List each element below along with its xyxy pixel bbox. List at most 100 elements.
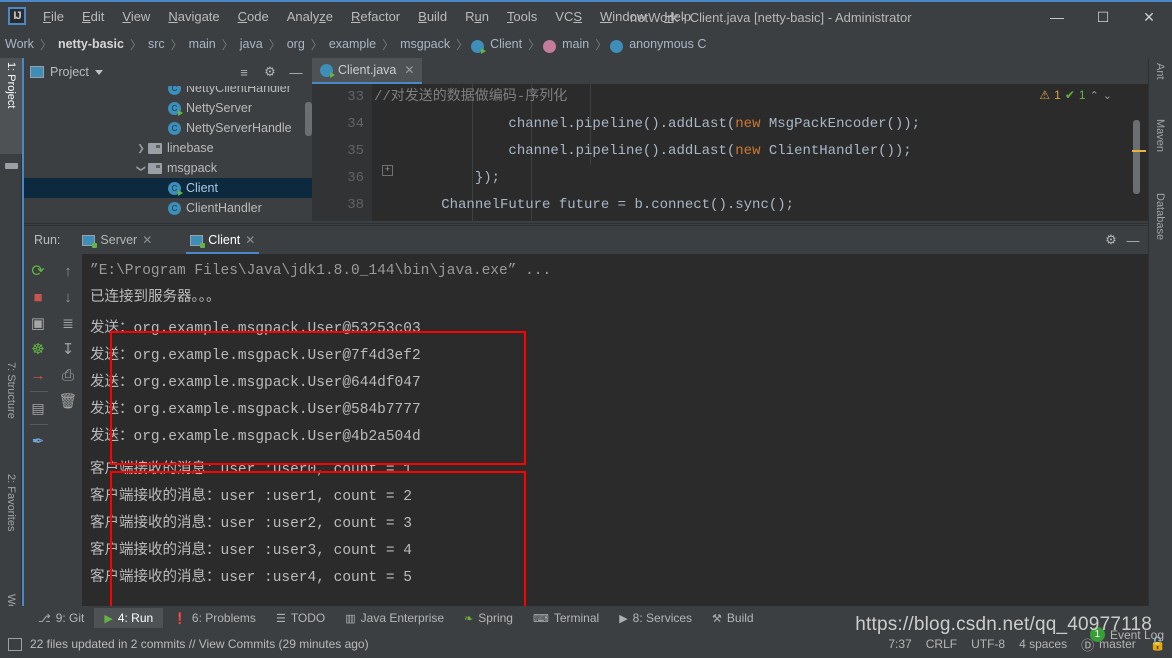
editor-gutter[interactable]: 33 34 35 36 38 (312, 84, 372, 221)
previous-problem-icon[interactable]: ⌃ (1090, 89, 1099, 102)
pin-button[interactable]: ✒ (24, 428, 52, 454)
gear-icon[interactable]: ⚙ (1100, 229, 1122, 251)
breadcrumb-org[interactable]: org 〉 (284, 36, 326, 53)
breadcrumb-netty-basic[interactable]: netty-basic 〉 (55, 36, 145, 53)
tree-item-client[interactable]: C Client (24, 178, 312, 198)
menu-build[interactable]: Build (409, 6, 456, 27)
line-number: 34 (347, 116, 364, 132)
tool-button-spring[interactable]: ❧ Spring (454, 608, 523, 628)
tree-item-msgpack[interactable]: ❯ msgpack (24, 158, 312, 178)
scroll-down-button[interactable]: ↓ (54, 284, 82, 310)
tree-item-clienthandler[interactable]: C ClientHandler (24, 198, 312, 218)
tool-button-problems[interactable]: ❗ 6: Problems (163, 608, 266, 628)
breadcrumb-work[interactable]: Work 〉 (2, 36, 55, 53)
minimize-button[interactable]: — (1034, 2, 1080, 32)
tree-item-linebase[interactable]: ❯ linebase (24, 138, 312, 158)
menu-run[interactable]: Run (456, 6, 498, 27)
collapse-all-icon[interactable]: ≡ (234, 62, 254, 82)
run-tab-client[interactable]: Client ✕ (182, 226, 263, 254)
run-config-icon (82, 234, 98, 248)
tool-button-git[interactable]: ⎇ 9: Git (28, 608, 94, 628)
gear-icon[interactable]: ⚙ (260, 62, 280, 82)
caret-position[interactable]: 7:37 (888, 637, 911, 651)
menu-view[interactable]: View (113, 6, 159, 27)
console-line-send: 发送：org.example.msgpack.User@644df047 (90, 375, 421, 391)
tool-button-structure[interactable]: 7: Structure (0, 358, 22, 468)
menu-navigate[interactable]: Navigate (159, 6, 228, 27)
scroll-to-end-button[interactable]: ↧ (54, 336, 82, 362)
tool-button-services[interactable]: ▶ 8: Services (609, 608, 702, 628)
breadcrumb-anonymous[interactable]: anonymous C (610, 37, 709, 53)
tool-button-label: 9: Git (55, 611, 85, 625)
menu-analyze[interactable]: Analyze (278, 6, 342, 27)
run-left-toolbar: ⟳ ■ ▣ ☸ → ▤ ✒ (24, 254, 54, 619)
breadcrumb-client[interactable]: Client 〉 (471, 36, 543, 54)
editor-scrollbar[interactable] (1133, 120, 1140, 194)
export-button[interactable]: → (24, 362, 52, 388)
file-encoding[interactable]: UTF-8 (971, 637, 1005, 651)
chevron-down-icon[interactable] (94, 69, 103, 75)
tree-item-nettyserverhandle[interactable]: C NettyServerHandle (24, 118, 312, 138)
project-tree-scrollbar[interactable] (305, 102, 312, 136)
stop-button[interactable]: ■ (24, 284, 52, 310)
debug-attach-button[interactable]: ☸ (24, 336, 52, 362)
soft-wrap-button[interactable]: ≣ (54, 310, 82, 336)
tool-button-todo[interactable]: ☰ TODO (266, 608, 335, 628)
editor-marker[interactable] (1132, 150, 1146, 152)
tool-button-project[interactable]: 1: Project (0, 58, 22, 154)
tree-item-nettyserver[interactable]: C NettyServer (24, 98, 312, 118)
tool-button-ant[interactable]: Ant (1148, 58, 1172, 112)
hide-panel-icon[interactable]: — (286, 62, 306, 82)
tool-button-build[interactable]: ⚒ Build (702, 608, 764, 628)
inspection-widget[interactable]: ⚠ 1 ✔ 1 ⌃ ⌄ (1039, 88, 1112, 102)
tool-button-run[interactable]: ▶ 4: Run (94, 608, 164, 628)
breadcrumb-main-method[interactable]: main 〉 (543, 36, 610, 53)
tool-button-favorites[interactable]: 2: Favorites (0, 470, 22, 588)
tree-item-nettyclienthandler[interactable]: C NettyClientHandler (24, 86, 312, 98)
indent-setting[interactable]: 4 spaces (1019, 637, 1067, 651)
scroll-up-button[interactable]: ↑ (54, 258, 82, 284)
menu-vcs[interactable]: VCS (546, 6, 591, 27)
breadcrumb-example[interactable]: example 〉 (326, 36, 397, 53)
editor-area: Client.java ✕ 33 34 35 36 38 + //对发送的数据做… (312, 58, 1148, 221)
hide-panel-icon[interactable]: — (1122, 229, 1144, 251)
project-tree[interactable]: C NettyClientHandler C NettyServer C Net… (24, 86, 312, 221)
tool-button-terminal[interactable]: ⌨ Terminal (523, 608, 609, 628)
breadcrumb-src[interactable]: src 〉 (145, 36, 186, 53)
next-problem-icon[interactable]: ⌄ (1103, 89, 1112, 102)
status-message[interactable]: 22 files updated in 2 commits // View Co… (30, 637, 369, 651)
menu-code[interactable]: Code (229, 6, 278, 27)
menu-refactor[interactable]: Refactor (342, 6, 409, 27)
close-button[interactable]: ✕ (1126, 2, 1172, 32)
close-icon[interactable]: ✕ (404, 63, 414, 77)
breadcrumb-sep-icon: 〉 (382, 37, 395, 52)
editor-tab-client-java[interactable]: Client.java ✕ (312, 58, 423, 84)
breadcrumb-main[interactable]: main 〉 (186, 36, 237, 53)
tree-item-partial[interactable]: C (24, 218, 312, 221)
maximize-button[interactable]: ☐ (1080, 2, 1126, 32)
layout-button[interactable]: ▤ (24, 395, 52, 421)
print-button[interactable]: ⎙ (54, 362, 82, 388)
code-editor[interactable]: 33 34 35 36 38 + //对发送的数据做编码-序列化 channel… (312, 84, 1148, 221)
menu-file[interactable]: File (34, 6, 73, 27)
tool-button-java-enterprise[interactable]: ▥ Java Enterprise (335, 608, 454, 628)
screenshot-button[interactable]: ▣ (24, 310, 52, 336)
menu-tools[interactable]: Tools (498, 6, 546, 27)
rerun-button[interactable]: ⟳ (24, 258, 52, 284)
chevron-down-icon[interactable]: ❯ (136, 161, 147, 175)
run-tab-server[interactable]: Server ✕ (74, 226, 160, 254)
close-icon[interactable]: ✕ (142, 233, 152, 247)
breadcrumb-java[interactable]: java 〉 (237, 36, 284, 53)
code-text[interactable]: //对发送的数据做编码-序列化 channel.pipeline().addLa… (374, 84, 1148, 219)
line-separator[interactable]: CRLF (926, 637, 957, 651)
chevron-right-icon[interactable]: ❯ (134, 143, 148, 154)
console-output[interactable]: ”E:\Program Files\Java\jdk1.8.0_144\bin\… (82, 254, 1148, 619)
horizontal-splitter[interactable] (24, 223, 1148, 224)
menu-edit[interactable]: Edit (73, 6, 113, 27)
clear-all-button[interactable]: 🗑 (54, 388, 82, 414)
breadcrumb-msgpack[interactable]: msgpack 〉 (397, 36, 471, 53)
tool-button-label: Build (726, 611, 754, 625)
tool-button-maven[interactable]: Maven (1148, 114, 1172, 186)
tool-button-database[interactable]: Database (1148, 188, 1172, 274)
close-icon[interactable]: ✕ (245, 233, 255, 247)
